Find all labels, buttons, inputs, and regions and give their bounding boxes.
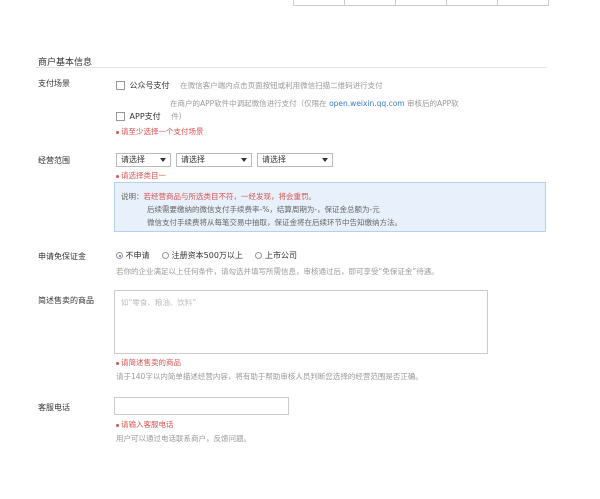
goods-textarea[interactable]: 如“零食、粮油、饮料” [114,290,488,354]
goods-error: 请简述售卖的商品 [116,357,181,368]
app-payment-desc-line2: 件） [171,112,187,121]
chevron-down-icon [322,158,328,162]
option-app-payment[interactable]: APP支付 件） [116,111,186,122]
payment-scene-label: 支付场景 [38,79,70,88]
goods-hint: 请于140字以内简单描述经营内容，将有助于帮助审核人员判断您选择的经营范围是否正… [116,372,423,381]
error-dot-icon [116,174,119,178]
app-payment-checkbox[interactable] [116,112,125,121]
table-cell [447,0,498,5]
app-payment-desc-line1: 在商户的APP软件中调起微信进行支付（仅限在 open.weixin.qq.co… [170,99,459,108]
business-scope-note: 说明：若经营商品与所选类目不符，一经发现，将会重罚。 后续需要缴纳的微信支付手续… [114,182,546,232]
category-select-2[interactable]: 请选择 [176,153,252,167]
radio-listed-company[interactable]: 上市公司 [255,251,297,260]
table-cell [498,0,548,5]
note-line-1: 说明：若经营商品与所选类目不符，一经发现，将会重罚。 [121,192,316,201]
top-table-fragment [293,0,549,6]
public-account-desc: 在微信客户端内点击页面按钮或利用微信扫描二维码进行支付 [180,81,383,90]
note-line-3: 微信支付手续费将从每笔交易中抽取，保证金将在后续环节中告知缴纳方法。 [147,218,402,227]
service-phone-label: 客服电话 [38,403,70,412]
app-payment-label: APP支付 [129,112,161,121]
chevron-down-icon [160,158,166,162]
service-phone-error: 请输入客服电话 [116,419,174,430]
service-phone-input[interactable] [114,397,289,415]
goods-placeholder: 如“零食、粮油、饮料” [121,298,197,307]
table-cell [345,0,396,5]
error-dot-icon [116,130,119,134]
goods-label: 简述售卖的商品 [38,296,94,305]
error-dot-icon [116,361,119,365]
public-account-label: 公众号支付 [129,81,170,90]
payment-scene-error: 请至少选择一个支付场景 [116,126,204,137]
section-divider [36,67,547,68]
category-select-1[interactable]: 请选择 [116,153,171,167]
deposit-waiver-label: 申请免保证金 [38,252,86,261]
note-line-2: 后续需要缴纳的微信支付手续费率-%，结算周期为-，保证金总额为-元 [147,205,380,214]
radio-no-apply[interactable]: 不申请 [116,251,152,260]
open-weixin-link[interactable]: open.weixin.qq.com [329,99,405,108]
radio-button[interactable] [116,252,123,259]
option-public-account-payment[interactable]: 公众号支付 在微信客户端内点击页面按钮或利用微信扫描二维码进行支付 [116,80,383,91]
deposit-waiver-options: 不申请 注册资本500万以上 上市公司 [116,250,297,261]
public-account-checkbox[interactable] [116,81,125,90]
deposit-waiver-hint: 若你的企业满足以上任何条件，请勾选并填写所需信息，审核通过后，即可享受“免保证金… [116,267,439,276]
chevron-down-icon [241,158,247,162]
category-select-3[interactable]: 请选择 [257,153,333,167]
table-cell [294,0,345,5]
radio-button[interactable] [162,252,170,259]
business-scope-error: 请选择类目一 [116,170,166,181]
error-dot-icon [116,423,119,427]
radio-button[interactable] [255,252,263,259]
radio-registered-capital[interactable]: 注册资本500万以上 [162,251,245,260]
service-phone-hint: 用户可以通过电话联系商户，反馈问题。 [116,434,251,443]
business-scope-label: 经营范围 [38,156,70,165]
table-cell [396,0,447,5]
